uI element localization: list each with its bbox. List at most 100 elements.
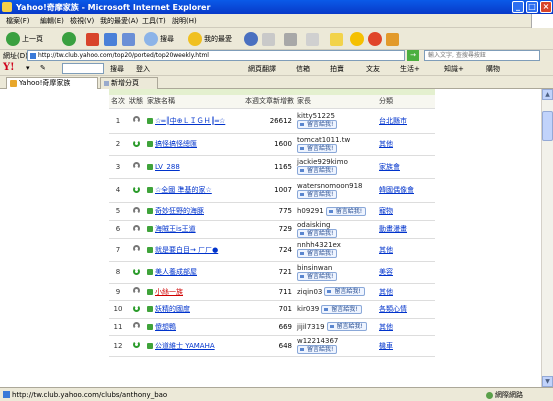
message-button[interactable]: 留言給我! (297, 189, 338, 199)
stop-button[interactable] (86, 31, 99, 47)
category-link[interactable]: 其他 (379, 246, 393, 254)
family-name-link[interactable]: 就是要白目→ ㄏㄏ● (145, 238, 243, 262)
new-tab-button[interactable]: 新增分頁 (100, 77, 158, 89)
category-link[interactable]: 其他 (379, 288, 393, 296)
knowledge-button[interactable]: 知識+ (444, 64, 464, 74)
scroll-up-button[interactable]: ▲ (542, 89, 553, 100)
rank-number: 9 (109, 283, 127, 301)
family-name-link[interactable]: ☆全國 準基的家☆ (145, 178, 243, 203)
rank-same-icon (132, 322, 140, 329)
category-link[interactable]: 動畫漫畫 (379, 225, 407, 233)
quick-search-input[interactable]: 輸入文字, 查搜尋按鈕 (424, 50, 540, 61)
print-button[interactable] (284, 31, 297, 47)
msn-button[interactable] (368, 31, 384, 47)
category-link[interactable]: 家族會 (379, 163, 400, 171)
home-button[interactable] (122, 31, 135, 47)
auction-button[interactable]: 拍賣 (330, 64, 344, 74)
smiley-button[interactable] (350, 31, 366, 47)
category-link[interactable]: 美容 (379, 268, 393, 276)
edit-button[interactable] (306, 31, 319, 47)
menu-file[interactable]: 檔案(F) (6, 16, 30, 26)
yahoo-search-button[interactable]: 搜尋 (110, 64, 124, 74)
category-link[interactable]: 寵物 (379, 207, 393, 215)
owner-id: nnhh4321ex (297, 241, 341, 249)
table-row: 9 小絲一族 711 ziqin03 留言給我! 其他 (109, 283, 435, 301)
minimize-button[interactable]: _ (512, 1, 524, 13)
pencil-icon[interactable]: ✎ (40, 64, 46, 72)
star-icon (188, 32, 202, 46)
owner-cell: h09291 留言給我! (295, 202, 377, 221)
refresh-icon (104, 32, 117, 46)
family-name-link[interactable]: 奇妙狂野的海豚 (145, 202, 243, 221)
family-name-link[interactable]: 海賊王is王道 (145, 220, 243, 239)
scroll-down-button[interactable]: ▼ (542, 376, 553, 387)
messenger-button[interactable] (330, 31, 343, 47)
title-bar: Yahoo!奇摩家族 - Microsoft Internet Explorer… (0, 0, 553, 14)
menu-help[interactable]: 說明(H) (172, 16, 197, 26)
blog-button[interactable]: 文友 (366, 64, 380, 74)
category-link[interactable]: 台北縣市 (379, 117, 407, 125)
category-link[interactable]: 其他 (379, 140, 393, 148)
family-name-link[interactable]: ☆═║中⊕ＬＩＧＨ║═☆ (145, 108, 243, 134)
category-link[interactable]: 韓國偶像會 (379, 186, 414, 194)
message-button[interactable]: 留言給我! (326, 322, 367, 331)
search-button[interactable]: 搜尋 (144, 31, 174, 47)
weekly-post-count: 648 (243, 335, 295, 357)
family-name-link[interactable]: 公道維士 YAMAHA (145, 335, 243, 357)
yahoo-toolbar: Y! ▾ ✎ 搜尋 登入 網頁翻譯 信箱 拍賣 文友 生活+ 知識+ 購物 (0, 61, 553, 76)
message-button[interactable]: 留言給我! (297, 143, 338, 153)
family-name-link[interactable]: 妖精的國度 (145, 300, 243, 319)
media-button[interactable] (244, 31, 260, 47)
favorites-button[interactable]: 我的最愛 (188, 31, 232, 47)
translate-button[interactable]: 網頁翻譯 (248, 64, 276, 74)
category-link[interactable]: 各類心情 (379, 305, 407, 313)
category-cell: 動畫漫畫 (377, 220, 435, 239)
family-name-link[interactable]: 美人養成部屋 (145, 261, 243, 284)
yahoo-menu-icon[interactable]: ▾ (26, 64, 30, 72)
menu-edit[interactable]: 編輯(E) (40, 16, 64, 26)
yahoo-login-button[interactable]: 登入 (136, 64, 150, 74)
life-button[interactable]: 生活+ (400, 64, 420, 74)
menu-tools[interactable]: 工具(T) (142, 16, 166, 26)
message-button[interactable]: 留言給我! (297, 120, 338, 129)
family-name-link[interactable]: LV_288 (145, 155, 243, 179)
yahoo-search-input[interactable] (62, 63, 104, 74)
back-arrow-icon (6, 32, 20, 46)
menu-favorites[interactable]: 我的最愛(A) (100, 16, 138, 26)
message-button[interactable]: 留言給我! (321, 304, 362, 314)
rank-number: 11 (109, 318, 127, 336)
message-button[interactable]: 留言給我! (297, 345, 338, 354)
family-name-link[interactable]: 搞怪搞怪總匯 (145, 133, 243, 156)
owner-id: w12214367 (297, 337, 339, 345)
message-button[interactable]: 留言給我! (324, 287, 365, 296)
message-button[interactable]: 留言給我! (297, 249, 338, 258)
header-owner: 家長 (295, 95, 377, 109)
close-button[interactable]: × (540, 1, 552, 13)
smiley-icon (350, 32, 364, 46)
back-button[interactable]: 上一頁 (6, 31, 43, 47)
tab-yahoo-club[interactable]: Yahoo!奇摩家族 (6, 77, 98, 89)
category-cell: 各類心情 (377, 300, 435, 319)
bookmark-button[interactable] (386, 31, 399, 47)
scroll-thumb[interactable] (542, 111, 553, 141)
mailbox-button[interactable]: 信箱 (296, 64, 310, 74)
maximize-button[interactable]: □ (526, 1, 538, 13)
address-input[interactable]: http://tw.club.yahoo.com/top20/ported/to… (27, 50, 405, 61)
mail-button[interactable] (262, 31, 275, 47)
family-name-link[interactable]: 傻想鴨 (145, 318, 243, 336)
yahoo-logo[interactable]: Y! (3, 62, 15, 73)
menu-view[interactable]: 檢視(V) (70, 16, 94, 26)
message-button[interactable]: 留言給我! (297, 228, 338, 237)
go-button[interactable]: → (407, 50, 419, 61)
category-link[interactable]: 其他 (379, 323, 393, 331)
family-name-link[interactable]: 小絲一族 (145, 283, 243, 301)
forward-button[interactable] (62, 31, 78, 47)
vertical-scrollbar[interactable]: ▲ ▼ (541, 89, 553, 387)
owner-id: kir039 (297, 305, 320, 313)
refresh-button[interactable] (104, 31, 117, 47)
message-button[interactable]: 留言給我! (297, 166, 338, 175)
message-button[interactable]: 留言給我! (325, 206, 367, 216)
message-button[interactable]: 留言給我! (297, 271, 338, 281)
category-link[interactable]: 機車 (379, 342, 393, 350)
shopping-button[interactable]: 購物 (486, 64, 500, 74)
